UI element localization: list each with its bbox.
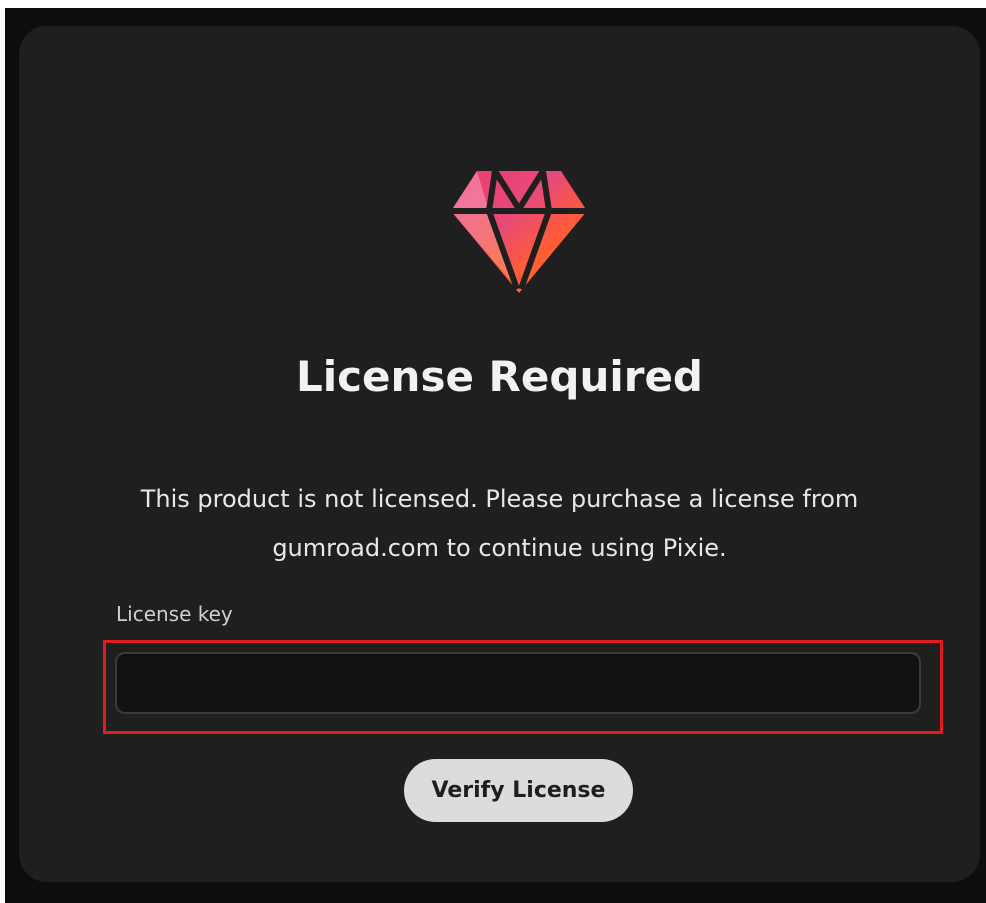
license-dialog: License Required This product is not lic… [19,26,980,882]
license-message: This product is not licensed. Please pur… [19,475,980,573]
license-key-input[interactable] [115,652,921,714]
message-line-1: This product is not licensed. Please pur… [140,485,859,513]
verify-license-button[interactable]: Verify License [404,759,633,822]
gem-icon [451,169,587,293]
message-line-2: gumroad.com to continue using Pixie. [272,534,727,562]
license-key-label: License key [116,602,233,626]
dialog-title: License Required [296,352,703,401]
